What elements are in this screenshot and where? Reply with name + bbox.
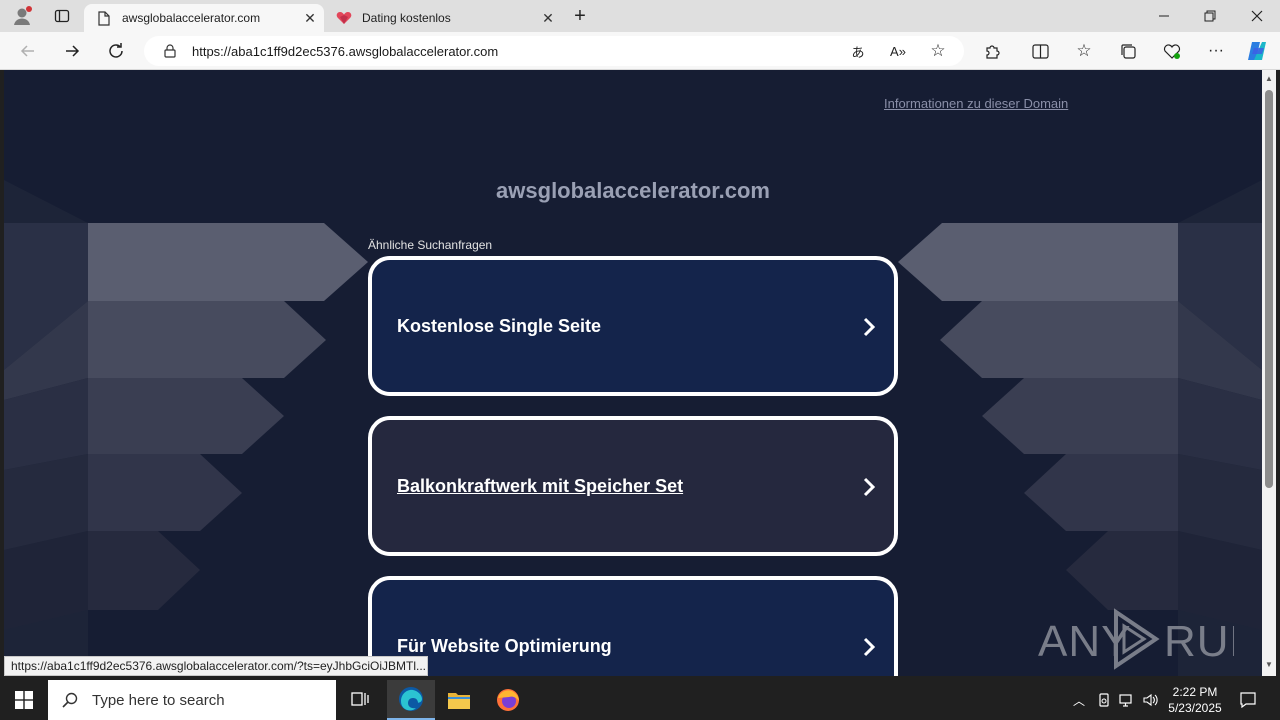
chevron-up-icon: ︿	[1072, 693, 1085, 708]
restore-icon	[1204, 10, 1216, 22]
svg-text:RUN: RUN	[1164, 617, 1234, 666]
favorite-button[interactable]: ☆	[926, 39, 950, 63]
copilot-icon	[1248, 42, 1266, 60]
notifications-button[interactable]	[1234, 680, 1262, 720]
taskbar-file-explorer[interactable]	[435, 680, 483, 720]
tab-strip: awsglobalaccelerator.com ✕ Dating kosten…	[0, 0, 1280, 32]
close-tab-icon[interactable]: ✕	[296, 10, 324, 27]
collections-button[interactable]	[1116, 39, 1140, 63]
tab-dating-kostenlos[interactable]: Dating kostenlos ✕	[324, 4, 562, 32]
page-scrollbar[interactable]: ▲ ▼	[1262, 70, 1276, 676]
scroll-up-icon[interactable]: ▲	[1265, 74, 1273, 83]
chevron-right-icon	[863, 477, 876, 497]
collections-icon	[1120, 43, 1136, 59]
anyrun-watermark: ANY RUN	[1038, 608, 1234, 670]
forward-arrow-icon	[66, 45, 80, 57]
tab-actions-button[interactable]	[48, 4, 76, 28]
network-icon	[1119, 694, 1132, 707]
tab-actions-icon	[54, 9, 70, 23]
scroll-down-icon[interactable]: ▼	[1265, 660, 1273, 669]
tray-device-icon[interactable]	[1094, 680, 1114, 720]
read-aloud-icon: A»	[890, 43, 906, 59]
refresh-icon	[109, 43, 123, 58]
copilot-button[interactable]	[1244, 38, 1270, 64]
anyrun-logo-icon: ANY RUN	[1038, 608, 1234, 670]
domain-info-link[interactable]: Informationen zu dieser Domain	[884, 96, 1068, 111]
taskbar-firefox[interactable]	[484, 680, 532, 720]
minimize-button[interactable]	[1150, 4, 1178, 28]
windows-logo-icon	[15, 691, 33, 709]
browser-toolbar: https://aba1c1ff9d2ec5376.awsglobalaccel…	[0, 32, 1280, 70]
taskbar-clock[interactable]: 2:22 PM 5/23/2025	[1160, 684, 1230, 716]
more-icon: ···	[1208, 42, 1224, 59]
task-view-icon	[351, 692, 369, 706]
extensions-button[interactable]	[980, 39, 1004, 63]
windows-taskbar: Type here to search ︿ 2:22 PM 5/23/2025	[0, 680, 1280, 720]
clock-date: 5/23/2025	[1168, 701, 1222, 715]
url-text: https://aba1c1ff9d2ec5376.awsglobalaccel…	[192, 43, 499, 59]
related-searches-label: Ähnliche Suchanfragen	[368, 238, 493, 252]
result-card-balkonkraftwerk[interactable]: Balkonkraftwerk mit Speicher Set	[368, 416, 898, 556]
minimize-icon	[1159, 15, 1169, 17]
taskbar-edge[interactable]	[387, 680, 435, 720]
status-url-bar: https://aba1c1ff9d2ec5376.awsglobalaccel…	[4, 656, 428, 676]
profile-icon	[14, 6, 32, 25]
folder-icon	[448, 693, 470, 709]
chevron-right-icon	[863, 637, 876, 657]
result-label: Kostenlose Single Seite	[397, 315, 602, 336]
result-label: Für Website Optimierung	[397, 635, 612, 656]
more-menu-button[interactable]: ···	[1204, 39, 1228, 63]
translate-button[interactable]: あ	[846, 39, 870, 63]
split-screen-button[interactable]	[1028, 39, 1052, 63]
favorites-button[interactable]: ☆	[1072, 39, 1096, 63]
split-screen-icon	[1031, 43, 1049, 59]
heart-icon	[336, 10, 352, 26]
search-placeholder: Type here to search	[92, 691, 225, 709]
task-view-button[interactable]	[336, 680, 384, 720]
result-label: Balkonkraftwerk mit Speicher Set	[397, 475, 684, 496]
search-icon	[62, 692, 78, 708]
web-page: Informationen zu dieser Domain awsglobal…	[4, 70, 1262, 676]
puzzle-icon	[985, 44, 1000, 59]
result-card-kostenlose-single-seite[interactable]: Kostenlose Single Seite	[368, 256, 898, 396]
edge-icon	[399, 687, 423, 711]
chevron-right-icon	[863, 317, 876, 337]
heartbeat-icon	[1163, 43, 1181, 59]
address-bar[interactable]: https://aba1c1ff9d2ec5376.awsglobalaccel…	[144, 36, 964, 66]
network-button[interactable]	[1116, 680, 1138, 720]
close-window-button[interactable]	[1243, 4, 1271, 28]
new-tab-button[interactable]: +	[568, 4, 592, 28]
notification-icon	[1240, 692, 1256, 708]
profile-button[interactable]	[8, 4, 36, 28]
clock-time: 2:22 PM	[1172, 685, 1218, 699]
show-hidden-icons-button[interactable]: ︿	[1068, 680, 1090, 720]
start-button[interactable]	[0, 680, 48, 720]
site-title: awsglobalaccelerator.com	[496, 178, 770, 203]
tab-awsglobalaccelerator[interactable]: awsglobalaccelerator.com ✕	[84, 4, 324, 32]
read-aloud-button[interactable]: A»	[886, 39, 910, 63]
refresh-button[interactable]	[104, 39, 128, 63]
volume-button[interactable]	[1140, 680, 1162, 720]
tab-title: Dating kostenlos	[362, 11, 451, 25]
lock-icon[interactable]	[162, 43, 178, 59]
result-card-website-optimierung[interactable]: Für Website Optimierung	[368, 576, 898, 676]
favorites-star-icon: ☆	[1076, 41, 1092, 60]
close-tab-icon[interactable]: ✕	[534, 10, 562, 27]
translate-icon: あ	[851, 44, 865, 60]
browser-essentials-button[interactable]	[1160, 39, 1184, 63]
plus-icon: +	[574, 4, 586, 27]
tab-title: awsglobalaccelerator.com	[122, 11, 261, 25]
speaker-icon	[1143, 693, 1158, 707]
scrollbar-thumb[interactable]	[1265, 90, 1273, 488]
back-button[interactable]	[16, 39, 40, 63]
device-icon	[1099, 693, 1109, 707]
taskbar-search-box[interactable]: Type here to search	[48, 680, 336, 720]
star-icon: ☆	[930, 41, 946, 60]
page-icon	[96, 10, 112, 26]
back-arrow-icon	[20, 45, 34, 57]
restore-button[interactable]	[1196, 4, 1224, 28]
close-icon	[1251, 10, 1263, 22]
firefox-icon	[497, 689, 519, 711]
forward-button[interactable]	[60, 39, 84, 63]
